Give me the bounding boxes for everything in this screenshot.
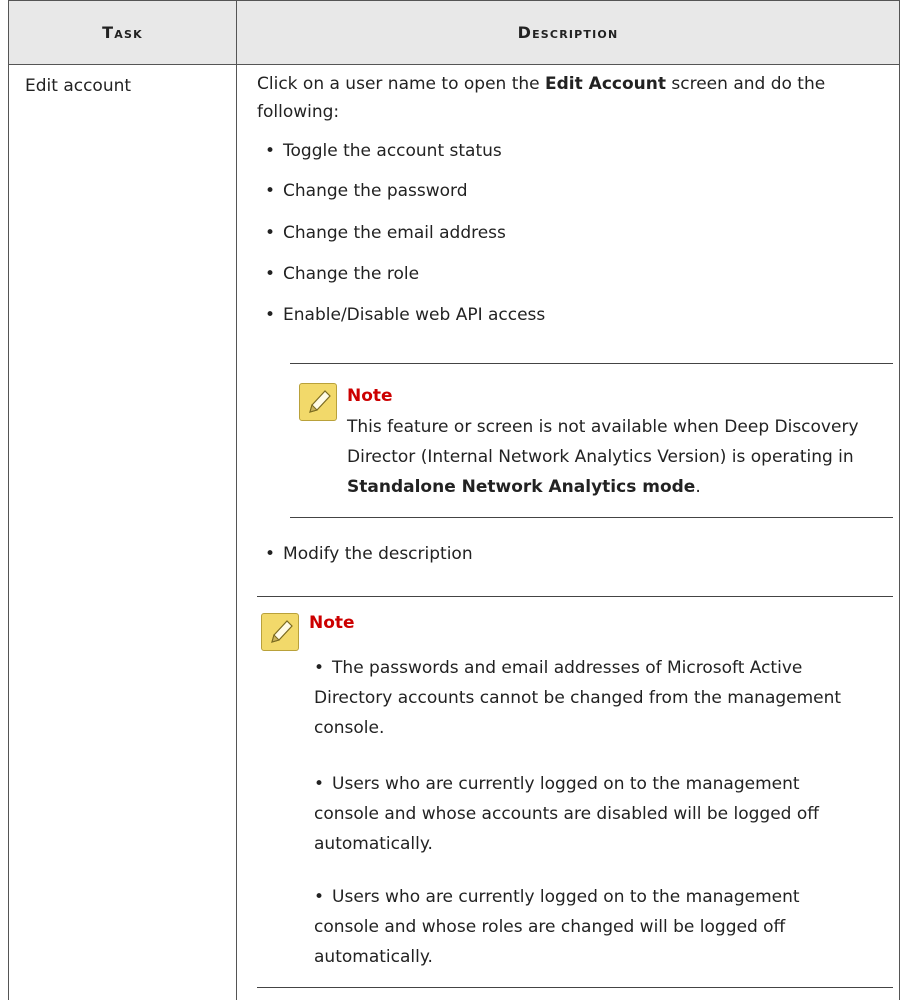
task-cell: Edit account [25, 76, 132, 96]
list-item: Enable/Disable web API access [265, 302, 545, 328]
list-item: Change the role [265, 261, 419, 287]
list-item: Change the password [265, 178, 468, 204]
description-intro: Click on a user name to open the Edit Ac… [257, 74, 826, 122]
note-pencil-icon [261, 613, 299, 651]
note-bottom-rule [257, 987, 893, 988]
note-list-item: • Users who are currently logged on to th… [314, 887, 800, 967]
note-title: Note [309, 613, 355, 633]
table-header: Task Description [9, 0, 899, 65]
task-description-table: Task Description Edit account Click on a… [8, 0, 900, 1000]
header-description: Description [517, 23, 619, 42]
note-title: Note [347, 386, 393, 406]
note-text: This feature or screen is not available … [347, 417, 859, 497]
note-pencil-icon [299, 383, 337, 421]
note-bottom-rule [290, 517, 893, 518]
column-divider [236, 0, 237, 1000]
note-top-rule [257, 596, 893, 597]
list-item: Change the email address [265, 220, 506, 246]
note-list-item: • The passwords and email addresses of Mi… [314, 658, 842, 738]
header-task: Task [102, 23, 143, 42]
note-list-item: • Users who are currently logged on to th… [314, 774, 819, 854]
list-item: Modify the description [265, 541, 473, 567]
note-top-rule [290, 363, 893, 364]
list-item: Toggle the account status [265, 138, 502, 164]
